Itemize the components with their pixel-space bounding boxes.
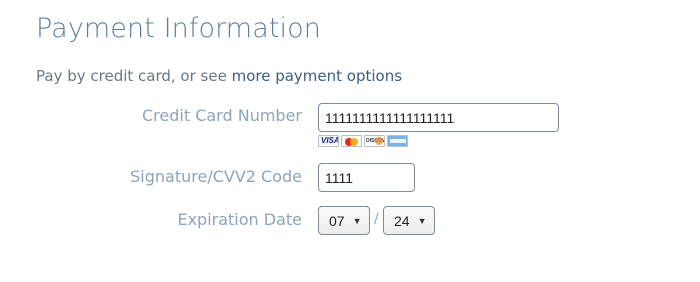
card-number-input[interactable]	[318, 103, 559, 132]
amex-logo-icon	[387, 135, 408, 147]
payment-subtitle: Pay by credit card, or see more payment …	[36, 67, 402, 85]
visa-logo-icon: VISA	[318, 135, 339, 147]
card-logos: VISA DISCOVER	[318, 135, 408, 147]
chevron-down-icon: ▼	[352, 215, 362, 226]
subtitle-text: Pay by credit card, or see	[36, 67, 232, 85]
chevron-down-icon: ▼	[417, 215, 427, 226]
expiration-month-value: 07	[329, 212, 345, 229]
card-number-label: Credit Card Number	[142, 106, 302, 125]
cvv-label: Signature/CVV2 Code	[130, 167, 302, 186]
expiration-separator: /	[374, 211, 379, 227]
expiration-year-select[interactable]: 24 ▼	[383, 206, 435, 235]
expiration-year-value: 24	[394, 212, 410, 229]
more-payment-options-link[interactable]: more payment options	[232, 67, 402, 85]
expiration-label: Expiration Date	[177, 210, 302, 229]
cvv-input[interactable]	[318, 163, 415, 192]
discover-logo-icon: DISCOVER	[364, 135, 385, 147]
expiration-month-select[interactable]: 07 ▼	[318, 206, 370, 235]
page-title: Payment Information	[36, 13, 321, 44]
mastercard-logo-icon	[341, 135, 362, 147]
